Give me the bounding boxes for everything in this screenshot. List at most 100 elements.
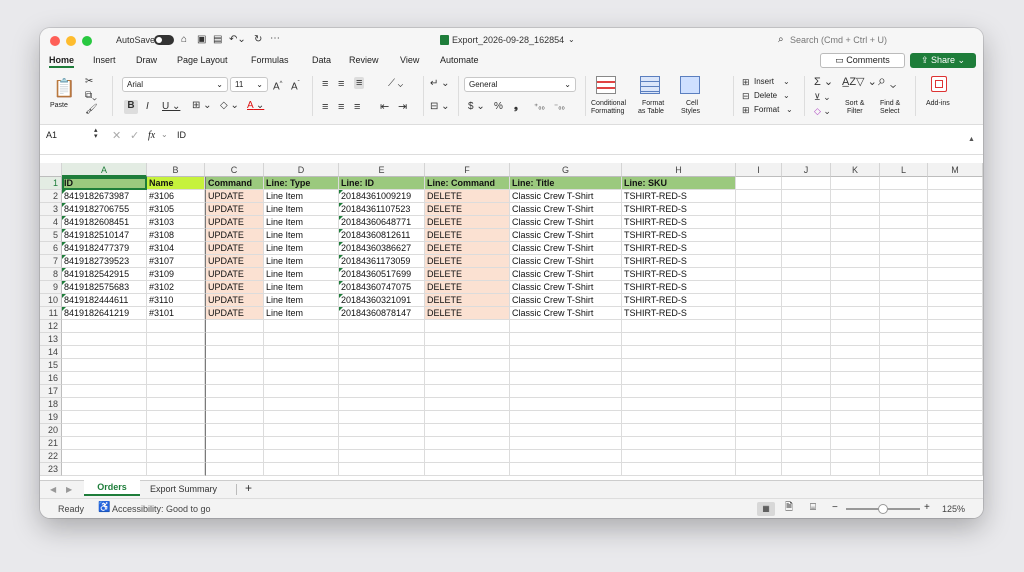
table-cell[interactable]	[339, 437, 425, 450]
table-cell[interactable]: 8419182542915	[62, 268, 147, 281]
table-cell[interactable]: UPDATE	[205, 294, 264, 307]
table-cell[interactable]	[831, 385, 880, 398]
table-cell[interactable]: UPDATE	[205, 281, 264, 294]
row-header[interactable]: 14	[40, 346, 62, 359]
table-cell[interactable]	[205, 450, 264, 463]
row-header[interactable]: 9	[40, 281, 62, 294]
table-cell[interactable]	[831, 437, 880, 450]
column-header[interactable]: H	[622, 163, 736, 177]
find-select-icon[interactable]: ⌕ ⌄	[878, 73, 896, 87]
cell-styles-label-1[interactable]: Cell	[686, 100, 698, 108]
row-header[interactable]: 10	[40, 294, 62, 307]
table-cell[interactable]	[510, 411, 622, 424]
table-cell[interactable]	[510, 450, 622, 463]
table-cell[interactable]	[880, 411, 928, 424]
table-cell[interactable]: Classic Crew T-Shirt	[510, 307, 622, 320]
table-cell[interactable]	[147, 385, 205, 398]
table-cell[interactable]	[62, 437, 147, 450]
table-cell[interactable]	[62, 359, 147, 372]
add-ins-icon[interactable]	[931, 76, 947, 92]
table-cell[interactable]	[928, 268, 983, 281]
table-cell[interactable]: #3110	[147, 294, 205, 307]
zoom-window-button[interactable]	[82, 36, 92, 46]
format-as-table-icon[interactable]	[640, 76, 660, 94]
table-cell[interactable]	[622, 411, 736, 424]
orientation-icon[interactable]: ⟋ ⌄	[388, 78, 403, 90]
table-cell[interactable]	[831, 411, 880, 424]
table-cell[interactable]	[264, 359, 339, 372]
table-cell[interactable]: Line Item	[264, 203, 339, 216]
row-header[interactable]: 3	[40, 203, 62, 216]
table-cell[interactable]	[782, 242, 831, 255]
save-icon[interactable]: ▣	[197, 34, 206, 46]
table-cell[interactable]: TSHIRT-RED-S	[622, 216, 736, 229]
table-cell[interactable]	[782, 203, 831, 216]
font-size-select[interactable]: 11 ⌄	[230, 77, 268, 92]
table-cell[interactable]	[736, 398, 782, 411]
table-cell[interactable]	[831, 398, 880, 411]
table-cell[interactable]: Line Item	[264, 229, 339, 242]
table-cell[interactable]	[831, 242, 880, 255]
table-cell[interactable]	[264, 450, 339, 463]
table-cell[interactable]	[880, 463, 928, 476]
table-cell[interactable]	[147, 450, 205, 463]
table-cell[interactable]: #3105	[147, 203, 205, 216]
table-cell[interactable]	[425, 346, 510, 359]
table-cell[interactable]	[880, 307, 928, 320]
table-cell[interactable]	[736, 463, 782, 476]
table-cell[interactable]	[782, 450, 831, 463]
row-header[interactable]: 23	[40, 463, 62, 476]
delete-cells-chevron-icon[interactable]: ⌄	[783, 90, 790, 102]
cell-styles-label-2[interactable]: Styles	[681, 108, 700, 116]
table-cell[interactable]	[62, 372, 147, 385]
table-cell[interactable]	[147, 359, 205, 372]
search-field[interactable]: Search (Cmd + Ctrl + U)	[790, 35, 887, 45]
cell-styles-icon[interactable]	[680, 76, 700, 94]
table-cell[interactable]	[831, 333, 880, 346]
find-select-label-1[interactable]: Find &	[880, 100, 900, 108]
tab-page-layout[interactable]: Page Layout	[177, 55, 228, 65]
select-all-corner[interactable]	[40, 163, 62, 177]
table-cell[interactable]	[928, 424, 983, 437]
table-cell[interactable]: Line Item	[264, 294, 339, 307]
table-cell[interactable]	[880, 424, 928, 437]
document-title[interactable]: Export_2026-09-28_162854	[452, 35, 564, 45]
align-bottom-icon[interactable]: ≡	[354, 77, 365, 89]
table-cell[interactable]: Line Item	[264, 242, 339, 255]
table-cell[interactable]: 8419182444611	[62, 294, 147, 307]
table-cell[interactable]: #3103	[147, 216, 205, 229]
table-cell[interactable]	[425, 424, 510, 437]
row-header[interactable]: 18	[40, 398, 62, 411]
cancel-icon[interactable]: ✕	[112, 130, 121, 142]
table-cell[interactable]	[510, 463, 622, 476]
table-cell[interactable]: Classic Crew T-Shirt	[510, 229, 622, 242]
table-cell[interactable]: #3108	[147, 229, 205, 242]
table-cell[interactable]	[928, 294, 983, 307]
row-header[interactable]: 6	[40, 242, 62, 255]
table-cell[interactable]: UPDATE	[205, 216, 264, 229]
row-header[interactable]: 21	[40, 437, 62, 450]
table-cell[interactable]	[622, 450, 736, 463]
table-cell[interactable]	[831, 463, 880, 476]
table-cell[interactable]	[264, 437, 339, 450]
table-cell[interactable]	[831, 177, 880, 190]
table-cell[interactable]	[736, 333, 782, 346]
column-header[interactable]: J	[782, 163, 831, 177]
table-cell[interactable]	[831, 203, 880, 216]
table-cell[interactable]	[831, 268, 880, 281]
table-cell[interactable]	[736, 229, 782, 242]
table-cell[interactable]	[831, 255, 880, 268]
table-cell[interactable]	[782, 216, 831, 229]
table-cell[interactable]	[62, 450, 147, 463]
header-cell[interactable]: Line: SKU	[622, 177, 736, 190]
align-right-icon[interactable]: ≡	[354, 101, 360, 113]
zoom-in-icon[interactable]: +	[924, 502, 930, 514]
table-cell[interactable]	[782, 320, 831, 333]
table-cell[interactable]	[264, 333, 339, 346]
tab-formulas[interactable]: Formulas	[251, 55, 289, 65]
table-cell[interactable]: Classic Crew T-Shirt	[510, 242, 622, 255]
table-cell[interactable]	[928, 242, 983, 255]
table-cell[interactable]	[736, 385, 782, 398]
enter-icon[interactable]: ✓	[130, 130, 139, 142]
table-cell[interactable]: DELETE	[425, 255, 510, 268]
